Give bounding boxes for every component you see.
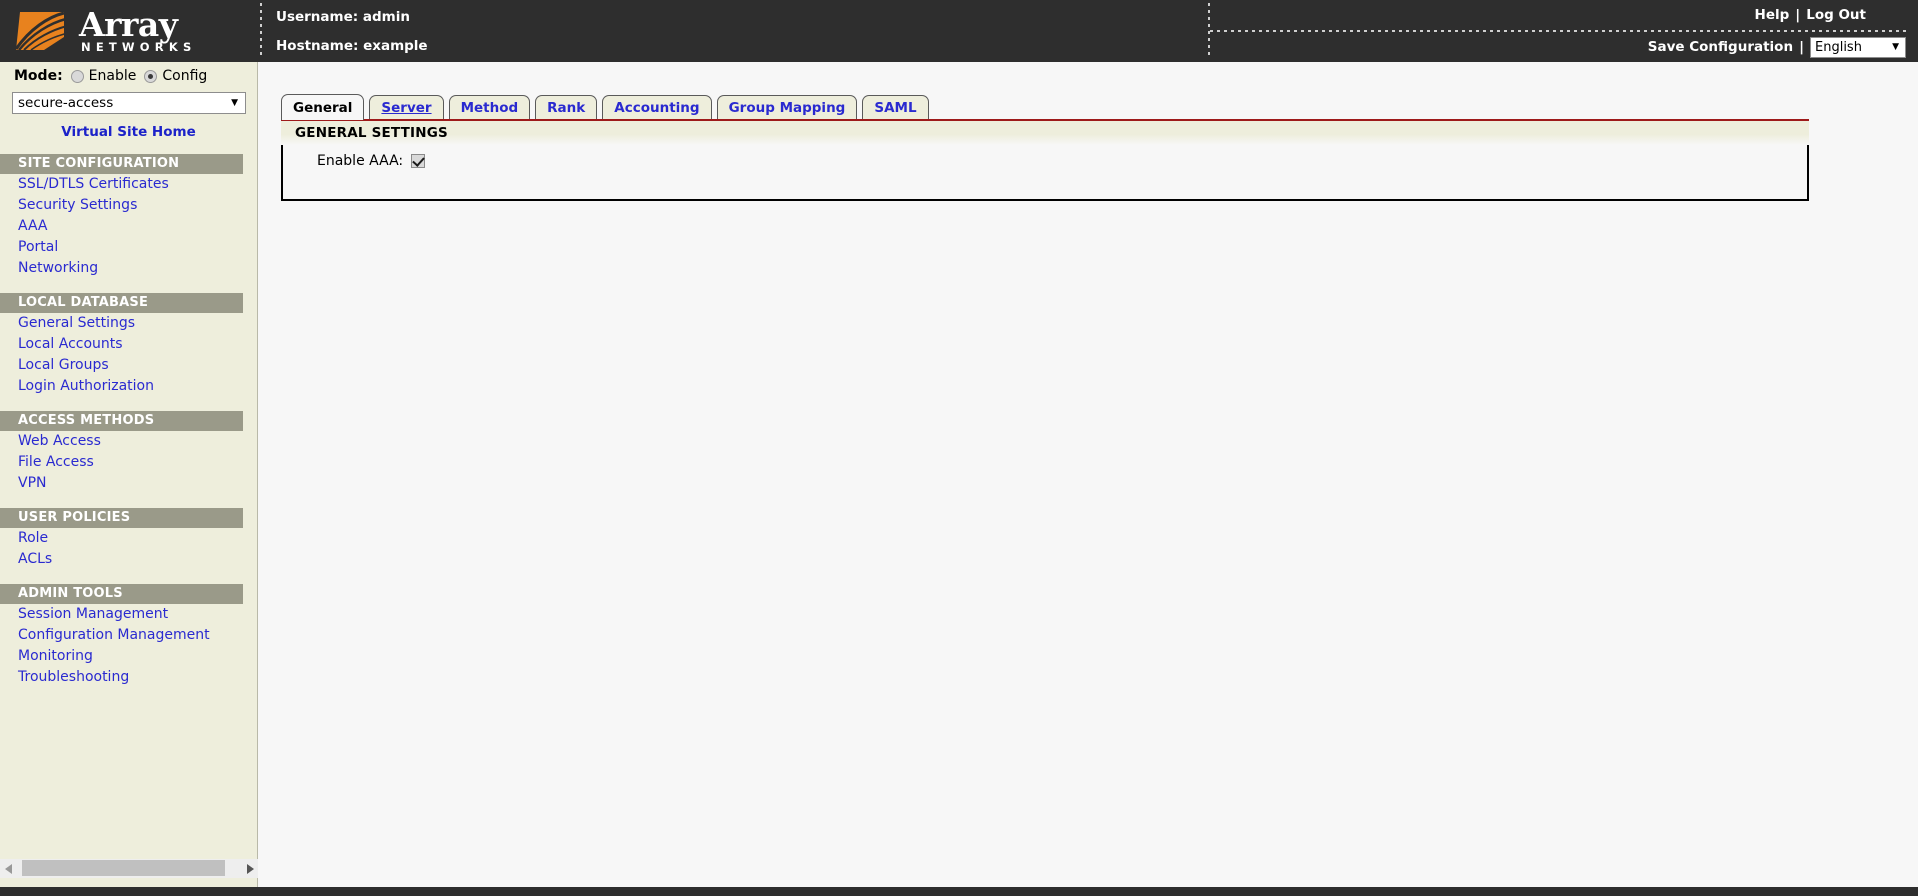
- main-content: General Server Method Rank Accounting Gr…: [259, 62, 1918, 887]
- session-info: Username: admin Hostname: example: [262, 0, 1208, 62]
- app-header: Array NETWORKS Username: admin Hostname:…: [0, 0, 1918, 62]
- sidebar-item-monitoring[interactable]: Monitoring: [0, 646, 257, 667]
- tab-bar: General Server Method Rank Accounting Gr…: [281, 94, 929, 120]
- brand-name: Array: [79, 5, 178, 45]
- radio-enable-icon[interactable]: [70, 69, 84, 83]
- sidebar-item-networking[interactable]: Networking: [0, 258, 257, 279]
- tab-method[interactable]: Method: [448, 95, 531, 120]
- array-networks-logo-icon: [14, 9, 70, 53]
- sidebar-item-general-settings[interactable]: General Settings: [0, 313, 257, 334]
- sidebar-item-local-groups[interactable]: Local Groups: [0, 355, 257, 376]
- nav-section-access-methods: ACCESS METHODS Web Access File Access VP…: [0, 411, 257, 494]
- mode-option-config[interactable]: Config: [144, 68, 207, 84]
- save-language-separator: |: [1799, 39, 1804, 55]
- nav-header-user-policies: USER POLICIES: [0, 508, 243, 528]
- mode-selector: Mode: Enable Config: [0, 62, 257, 90]
- virtual-site-select[interactable]: secure-access: [12, 92, 246, 114]
- sidebar-item-vpn[interactable]: VPN: [0, 473, 257, 494]
- mode-option-enable-label: Enable: [88, 68, 137, 84]
- enable-aaa-checkbox[interactable]: [411, 154, 426, 168]
- save-configuration-link[interactable]: Save Configuration: [1648, 39, 1793, 55]
- general-settings-panel: GENERAL SETTINGS Enable AAA:: [281, 119, 1809, 201]
- tab-server[interactable]: Server: [369, 95, 444, 120]
- sidebar-item-role[interactable]: Role: [0, 528, 257, 549]
- nav-header-access-methods: ACCESS METHODS: [0, 411, 243, 431]
- nav-header-admin-tools: ADMIN TOOLS: [0, 584, 243, 604]
- sidebar-item-login-authorization[interactable]: Login Authorization: [0, 376, 257, 397]
- sidebar-item-security-settings[interactable]: Security Settings: [0, 195, 257, 216]
- panel-title-bar: GENERAL SETTINGS: [281, 119, 1809, 145]
- scrollbar-track[interactable]: [17, 859, 241, 878]
- tab-rank[interactable]: Rank: [535, 95, 598, 120]
- sidebar-item-acls[interactable]: ACLs: [0, 549, 257, 570]
- sidebar-item-session-management[interactable]: Session Management: [0, 604, 257, 625]
- hostname-text: Hostname: example: [276, 37, 428, 54]
- enable-aaa-label: Enable AAA:: [317, 153, 404, 169]
- arrow-left-icon[interactable]: [0, 859, 17, 878]
- bottom-bar: [0, 887, 1918, 896]
- username-text: Username: admin: [276, 8, 410, 25]
- radio-config-icon[interactable]: [144, 69, 158, 83]
- nav-section-user-policies: USER POLICIES Role ACLs: [0, 508, 257, 570]
- mode-option-enable[interactable]: Enable: [70, 68, 137, 84]
- nav-section-site-configuration: SITE CONFIGURATION SSL/DTLS Certificates…: [0, 154, 257, 279]
- sidebar-item-portal[interactable]: Portal: [0, 237, 257, 258]
- left-sidebar: Mode: Enable Config secure-access ▼ Virt…: [0, 62, 258, 887]
- sidebar-item-web-access[interactable]: Web Access: [0, 431, 257, 452]
- nav-section-admin-tools: ADMIN TOOLS Session Management Configura…: [0, 584, 257, 688]
- help-logout-separator: |: [1795, 7, 1801, 23]
- mode-option-config-label: Config: [162, 68, 208, 84]
- tab-saml[interactable]: SAML: [862, 95, 929, 120]
- nav-section-local-database: LOCAL DATABASE General Settings Local Ac…: [0, 293, 257, 397]
- tab-general[interactable]: General: [281, 94, 365, 120]
- logout-link[interactable]: Log Out: [1806, 7, 1866, 23]
- help-link[interactable]: Help: [1755, 7, 1790, 23]
- help-logout-row: Help | Log Out: [1210, 0, 1910, 30]
- nav-header-site-configuration: SITE CONFIGURATION: [0, 154, 243, 174]
- tab-accounting[interactable]: Accounting: [602, 95, 712, 120]
- mode-label: Mode:: [14, 68, 63, 84]
- brand-subtitle: NETWORKS: [81, 40, 197, 55]
- nav-header-local-database: LOCAL DATABASE: [0, 293, 243, 313]
- enable-aaa-row: Enable AAA:: [283, 145, 1807, 169]
- virtual-site-home-link[interactable]: Virtual Site Home: [61, 124, 195, 140]
- virtual-site-selector: secure-access ▼: [0, 90, 257, 114]
- panel-title: GENERAL SETTINGS: [295, 125, 448, 141]
- virtual-site-home-row: Virtual Site Home: [0, 114, 257, 140]
- tab-group-mapping[interactable]: Group Mapping: [716, 95, 858, 120]
- sidebar-item-troubleshooting[interactable]: Troubleshooting: [0, 667, 257, 688]
- sidebar-item-configuration-management[interactable]: Configuration Management: [0, 625, 257, 646]
- sidebar-item-ssl-dtls-certificates[interactable]: SSL/DTLS Certificates: [0, 174, 257, 195]
- scrollbar-thumb[interactable]: [22, 860, 225, 876]
- sidebar-horizontal-scrollbar[interactable]: [0, 859, 258, 878]
- sidebar-item-file-access[interactable]: File Access: [0, 452, 257, 473]
- language-select[interactable]: English: [1810, 37, 1906, 58]
- sidebar-item-local-accounts[interactable]: Local Accounts: [0, 334, 257, 355]
- sidebar-item-aaa[interactable]: AAA: [0, 216, 257, 237]
- save-language-row: Save Configuration | English ▼: [1210, 32, 1910, 62]
- brand-logo[interactable]: Array NETWORKS: [0, 0, 260, 62]
- account-actions: Help | Log Out Save Configuration | Engl…: [1210, 0, 1918, 62]
- arrow-right-icon[interactable]: [241, 859, 258, 878]
